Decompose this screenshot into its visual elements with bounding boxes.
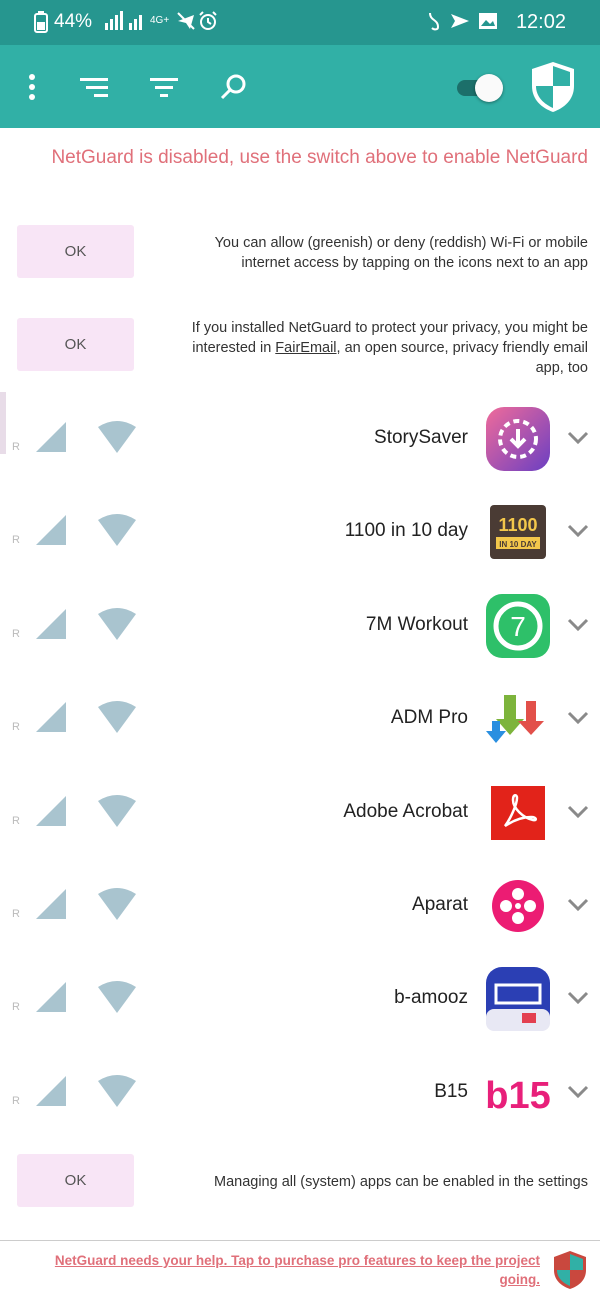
mobile-data-toggle-icon[interactable] (28, 884, 74, 924)
search-icon[interactable] (212, 65, 256, 109)
app-row[interactable]: R ADM Pro (0, 673, 600, 766)
7m-workout-icon[interactable]: 7 (484, 592, 552, 660)
hint-fairemail-ok-button[interactable]: OK (17, 318, 134, 371)
app-name: Aparat (412, 894, 468, 915)
wifi-toggle-icon[interactable] (94, 1071, 140, 1111)
support-banner[interactable]: NetGuard needs your help. Tap to purchas… (0, 1241, 600, 1300)
wifi-toggle-icon[interactable] (94, 510, 140, 550)
wifi-toggle-icon[interactable] (94, 604, 140, 644)
more-vert-icon[interactable] (10, 65, 54, 109)
network-type-label: 4G+ (150, 15, 170, 26)
roaming-label: R (12, 441, 20, 453)
image-icon (478, 11, 498, 36)
app-row[interactable]: Rb-amooz (0, 953, 600, 1046)
app-name: b-amooz (394, 987, 468, 1009)
wifi-toggle-icon[interactable] (94, 884, 140, 924)
wifi-toggle-icon[interactable] (94, 417, 140, 457)
b15-icon[interactable]: b15 (484, 1059, 552, 1127)
app-row[interactable]: R StorySaver (0, 393, 600, 486)
hint-usage-ok-button[interactable]: OK (17, 225, 134, 278)
hint-system-ok-button[interactable]: OK (17, 1154, 134, 1207)
chevron-down-icon[interactable] (563, 890, 593, 920)
app-name: 1100 in 10 day (344, 520, 468, 542)
alarm-icon (198, 11, 218, 36)
aparat-icon[interactable] (484, 872, 552, 940)
airplane-off-icon (176, 11, 196, 36)
battery-icon (34, 11, 48, 38)
support-banner-text[interactable]: NetGuard needs your help. Tap to purchas… (20, 1251, 540, 1289)
signal-icon (104, 11, 126, 36)
app-name: Adobe Acrobat (343, 800, 468, 822)
app-row[interactable]: R 7M Workout 7 (0, 580, 600, 673)
switch-knob (475, 74, 503, 102)
clock: 12:02 (515, 11, 566, 33)
b-amooz-icon[interactable] (484, 965, 552, 1033)
roaming-label: R (12, 534, 20, 547)
chevron-down-icon[interactable] (563, 423, 593, 453)
app-name: StorySaver (374, 427, 468, 448)
app-name: 7M Workout (365, 613, 468, 635)
mobile-data-toggle-icon[interactable] (28, 1071, 74, 1111)
status-bar: 44% 4G+ 12:02 (0, 0, 600, 45)
app-name: B15 (434, 1080, 468, 1102)
1100-in-10-day-icon[interactable]: 1100 IN 10 DAY (484, 498, 552, 566)
wifi-toggle-icon[interactable] (94, 791, 140, 831)
filter-icon[interactable] (142, 65, 186, 109)
svg-text:7: 7 (510, 611, 526, 642)
send-icon (450, 11, 470, 36)
netguard-shield-icon (532, 62, 574, 112)
chevron-down-icon[interactable] (563, 797, 593, 827)
mobile-data-toggle-icon[interactable] (28, 417, 74, 457)
storysaver-icon[interactable] (484, 405, 552, 473)
mobile-data-toggle-icon[interactable] (28, 977, 74, 1017)
wallet-icon (426, 11, 442, 36)
adm-pro-icon[interactable] (484, 685, 552, 753)
adobe-acrobat-icon[interactable] (484, 779, 552, 847)
sort-icon[interactable] (72, 65, 116, 109)
signal-icon-2 (128, 11, 146, 36)
hint-usage-text: You can allow (greenish) or deny (reddis… (214, 235, 588, 271)
roaming-label: R (12, 627, 20, 640)
chevron-down-icon[interactable] (563, 516, 593, 546)
mobile-data-toggle-icon[interactable] (28, 604, 74, 644)
wifi-toggle-icon[interactable] (94, 977, 140, 1017)
app-row[interactable]: R Adobe Acrobat (0, 767, 600, 860)
mobile-data-toggle-icon[interactable] (28, 697, 74, 737)
netguard-shield-icon (554, 1251, 586, 1289)
battery-percent: 44% (54, 11, 93, 32)
enable-switch[interactable] (455, 72, 503, 102)
svg-text:1100: 1100 (498, 515, 537, 535)
chevron-down-icon[interactable] (563, 1077, 593, 1107)
roaming-label: R (12, 814, 20, 827)
roaming-label: R (12, 721, 20, 734)
roaming-label: R (12, 1001, 20, 1014)
svg-text:b15: b15 (485, 1075, 550, 1117)
roaming-label: R (12, 1094, 20, 1107)
toolbar (0, 45, 600, 128)
app-row[interactable]: R B15 b15 (0, 1047, 600, 1140)
mobile-data-toggle-icon[interactable] (28, 791, 74, 831)
wifi-toggle-icon[interactable] (94, 697, 140, 737)
hint-fairemail-text-after: , an open source, privacy friendly email… (336, 340, 588, 376)
chevron-down-icon[interactable] (563, 983, 593, 1013)
chevron-down-icon[interactable] (563, 610, 593, 640)
hint-system-text: Managing all (system) apps can be enable… (214, 1174, 588, 1190)
fairemail-link[interactable]: FairEmail (275, 340, 336, 356)
roaming-label: R (12, 908, 20, 920)
disabled-warning: NetGuard is disabled, use the switch abo… (51, 147, 588, 168)
hint-fairemail-text: If you installed NetGuard to protect you… (168, 318, 588, 378)
chevron-down-icon[interactable] (563, 703, 593, 733)
app-row[interactable]: R 1100 in 10 day 1100 IN 10 DAY (0, 486, 600, 579)
mobile-data-toggle-icon[interactable] (28, 510, 74, 550)
app-row[interactable]: R Aparat (0, 860, 600, 953)
app-name: ADM Pro (390, 707, 468, 729)
svg-text:IN 10 DAY: IN 10 DAY (499, 540, 537, 549)
